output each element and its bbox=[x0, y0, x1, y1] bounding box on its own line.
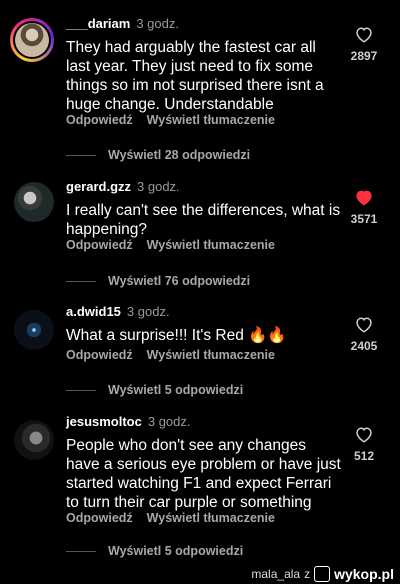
avatar[interactable] bbox=[14, 420, 54, 460]
comment-actions: Odpowiedź Wyświetl tłumaczenie bbox=[66, 511, 289, 525]
view-replies-button[interactable]: Wyświetl 5 odpowiedzi bbox=[66, 544, 243, 558]
reply-button[interactable]: Odpowiedź bbox=[66, 238, 133, 252]
watermark: mala_ala z wykop.pl bbox=[251, 566, 394, 582]
like-count: 2897 bbox=[350, 49, 378, 63]
comment-actions: Odpowiedź Wyświetl tłumaczenie bbox=[66, 348, 289, 362]
comment-text: I really can't see the differences, what… bbox=[66, 202, 341, 238]
wykop-logo-icon bbox=[314, 566, 331, 582]
watermark-user: mala_ala bbox=[251, 567, 301, 581]
username[interactable]: gerard.gzz bbox=[66, 179, 131, 194]
comment-actions: Odpowiedź Wyświetl tłumaczenie bbox=[66, 238, 289, 252]
like-count: 512 bbox=[353, 449, 375, 463]
avatar[interactable] bbox=[10, 18, 54, 62]
translate-button[interactable]: Wyświetl tłumaczenie bbox=[147, 511, 275, 525]
like-button[interactable]: 2405 bbox=[348, 315, 380, 353]
replies-divider bbox=[66, 550, 96, 552]
comment-text: They had arguably the fastest car all la… bbox=[66, 39, 324, 113]
comment-header: a.dwid15 3 godz. bbox=[66, 304, 170, 319]
replies-divider bbox=[66, 154, 96, 156]
like-count: 3571 bbox=[350, 212, 378, 226]
avatar[interactable] bbox=[14, 310, 54, 350]
comment-text: People who don't see any changes have a … bbox=[66, 437, 341, 511]
username[interactable]: a.dwid15 bbox=[66, 304, 121, 319]
reply-button[interactable]: Odpowiedź bbox=[66, 113, 133, 127]
view-replies-button[interactable]: Wyświetl 76 odpowiedzi bbox=[66, 274, 250, 288]
view-replies-button[interactable]: Wyświetl 5 odpowiedzi bbox=[66, 383, 243, 397]
reply-button[interactable]: Odpowiedź bbox=[66, 511, 133, 525]
comment-actions: Odpowiedź Wyświetl tłumaczenie bbox=[66, 113, 289, 127]
heart-outline-icon bbox=[356, 427, 372, 443]
timestamp: 3 godz. bbox=[136, 16, 179, 31]
like-button[interactable]: 2897 bbox=[348, 25, 380, 63]
comment-header: jesusmoltoc 3 godz. bbox=[66, 414, 191, 429]
translate-button[interactable]: Wyświetl tłumaczenie bbox=[147, 113, 275, 127]
like-count: 2405 bbox=[350, 339, 378, 353]
view-replies-label: Wyświetl 5 odpowiedzi bbox=[108, 544, 244, 558]
comment-text: What a surprise!!! It's Red 🔥🔥 bbox=[66, 327, 287, 344]
timestamp: 3 godz. bbox=[147, 414, 191, 429]
heart-outline-icon bbox=[356, 27, 372, 43]
view-replies-label: Wyświetl 28 odpowiedzi bbox=[108, 148, 251, 162]
watermark-z: z bbox=[304, 567, 311, 581]
translate-button[interactable]: Wyświetl tłumaczenie bbox=[147, 238, 275, 252]
watermark-site: wykop.pl bbox=[334, 566, 394, 582]
view-replies-button[interactable]: Wyświetl 28 odpowiedzi bbox=[66, 148, 250, 162]
comment-header: ___dariam 3 godz. bbox=[66, 16, 179, 31]
like-button[interactable]: 512 bbox=[348, 425, 380, 463]
like-button[interactable]: 3571 bbox=[348, 188, 380, 226]
avatar[interactable] bbox=[14, 182, 54, 222]
username[interactable]: jesusmoltoc bbox=[66, 414, 142, 429]
timestamp: 3 godz. bbox=[137, 179, 180, 194]
view-replies-label: Wyświetl 76 odpowiedzi bbox=[108, 274, 251, 288]
comment-header: gerard.gzz 3 godz. bbox=[66, 179, 180, 194]
username[interactable]: ___dariam bbox=[66, 16, 130, 31]
replies-divider bbox=[66, 280, 96, 282]
replies-divider bbox=[66, 389, 96, 391]
heart-filled-icon bbox=[356, 190, 372, 206]
view-replies-label: Wyświetl 5 odpowiedzi bbox=[108, 383, 244, 397]
timestamp: 3 godz. bbox=[126, 304, 170, 319]
translate-button[interactable]: Wyświetl tłumaczenie bbox=[147, 348, 275, 362]
heart-outline-icon bbox=[356, 317, 372, 333]
reply-button[interactable]: Odpowiedź bbox=[66, 348, 133, 362]
